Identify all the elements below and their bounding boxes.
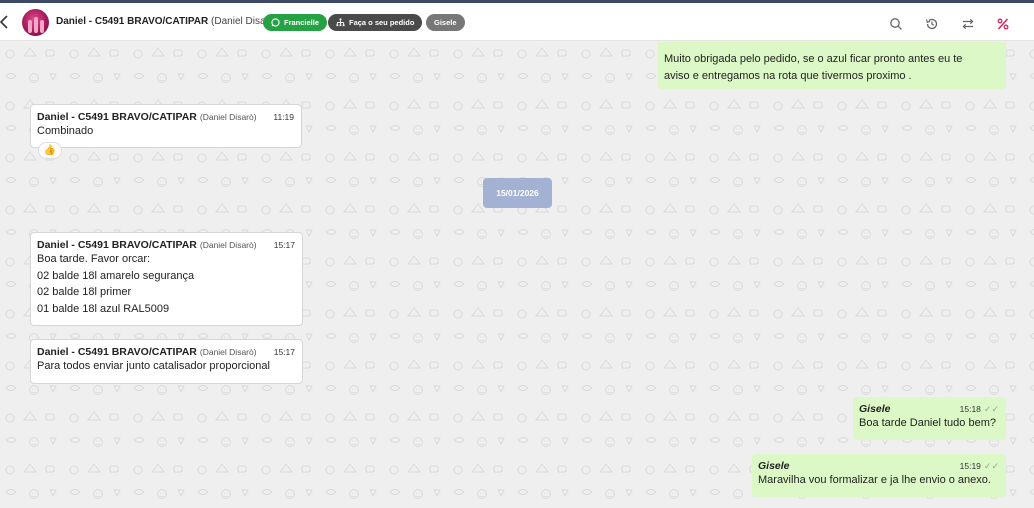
message-sender-sub: (Daniel Disarò): [199, 112, 257, 122]
message-line: 01 balde 18l azul RAL5009: [37, 302, 170, 315]
message-sender: Daniel - C5491 BRAVO/CATIPAR: [37, 239, 197, 251]
double-check-icon: ✓✓: [983, 404, 999, 414]
chat-header: Daniel - C5491 BRAVO/CATIPAR (Daniel Dis…: [0, 3, 1034, 41]
pipeline-label: Faça o seu pedido: [349, 18, 415, 27]
message-outgoing[interactable]: Muito obrigada pelo pedido, se o azul fi…: [658, 42, 1006, 89]
contact-name-text: Daniel - C5491 BRAVO/CATIPAR: [56, 16, 209, 27]
message-line: Boa tarde Daniel tudo bem?: [859, 417, 996, 429]
history-icon[interactable]: [925, 17, 939, 31]
message-time: 15:17: [273, 347, 295, 357]
message-time: 15:19: [959, 461, 981, 471]
date-separator: 15/01/2026: [483, 178, 552, 208]
pipeline-tag[interactable]: Faça o seu pedido: [328, 14, 423, 31]
message-sender: Gisele: [758, 460, 790, 472]
message-line: aviso e entregamos na rota que tivermos …: [664, 69, 912, 82]
message-line: Para todos enviar junto catalisador prop…: [37, 360, 270, 372]
message-incoming[interactable]: Daniel - C5491 BRAVO/CATIPAR (Daniel Disa…: [30, 339, 303, 384]
back-arrow-icon[interactable]: [0, 13, 10, 31]
message-time: 11:19: [273, 112, 294, 122]
message-sender: Daniel - C5491 BRAVO/CATIPAR: [37, 111, 197, 123]
message-line: Combinado: [37, 125, 94, 137]
assignee-label: Gisele: [434, 18, 457, 27]
percent-icon[interactable]: [996, 17, 1010, 31]
message-sender: Daniel - C5491 BRAVO/CATIPAR: [37, 346, 197, 358]
transfer-icon[interactable]: [961, 17, 975, 31]
message-incoming[interactable]: Daniel - C5491 BRAVO/CATIPAR (Daniel Disa…: [30, 104, 302, 148]
message-line: Maravilha vou formalizar e ja lhe envio …: [758, 474, 991, 486]
whatsapp-agent-label: Francielle: [284, 18, 320, 27]
message-outgoing[interactable]: Gisele 15:18 ✓✓ Boa tarde Daniel tudo bem…: [853, 397, 1006, 440]
message-time: 15:17: [273, 240, 295, 250]
message-line: 02 balde 18l amarelo segurança: [37, 269, 195, 282]
message-time: 15:18: [959, 404, 981, 414]
sitemap-icon: [336, 18, 345, 27]
double-check-icon: ✓✓: [983, 461, 999, 471]
message-line: Boa tarde. Favor orcar:: [37, 253, 151, 265]
whatsapp-icon: [271, 18, 280, 27]
whatsapp-agent-tag[interactable]: Francielle: [263, 14, 328, 31]
message-outgoing[interactable]: Gisele 15:19 ✓✓ Maravilha vou formalizar …: [752, 454, 1006, 497]
message-sender-sub: (Daniel Disarò): [199, 240, 257, 250]
avatar[interactable]: [22, 9, 49, 36]
message-line: 02 balde 18l primer: [37, 286, 132, 298]
assignee-tag[interactable]: Gisele: [426, 14, 465, 31]
chat-area[interactable]: Muito obrigada pelo pedido, se o azul fi…: [0, 42, 1034, 508]
message-reaction[interactable]: 👍: [38, 142, 62, 159]
message-sender: Gisele: [859, 403, 891, 415]
message-sender-sub: (Daniel Disarò): [199, 347, 257, 357]
search-icon[interactable]: [889, 17, 903, 31]
contact-name[interactable]: Daniel - C5491 BRAVO/CATIPAR (Daniel Dis…: [56, 16, 278, 27]
message-line: Muito obrigada pelo pedido, se o azul fi…: [664, 53, 963, 65]
message-incoming[interactable]: Daniel - C5491 BRAVO/CATIPAR (Daniel Disa…: [30, 232, 303, 326]
